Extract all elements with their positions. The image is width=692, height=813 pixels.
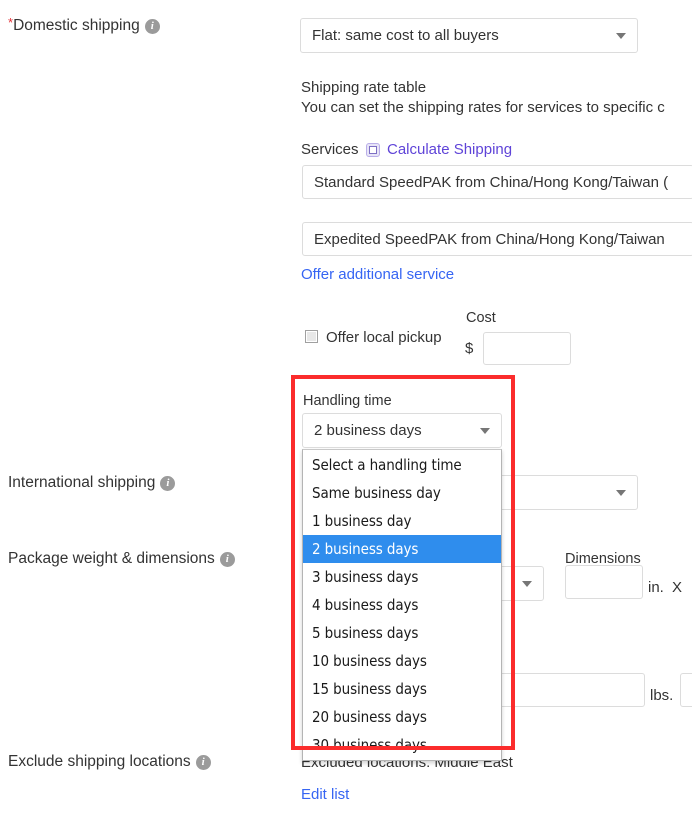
label-international-shipping-text: International shipping <box>8 474 155 491</box>
chevron-down-icon <box>616 33 626 39</box>
handling-time-option[interactable]: 15 business days <box>303 675 501 703</box>
handling-time-option[interactable]: 3 business days <box>303 563 501 591</box>
info-icon-package-weight-dimensions[interactable]: i <box>220 552 235 567</box>
shipping-service-value-1: Standard SpeedPAK from China/Hong Kong/T… <box>314 175 668 190</box>
shipping-rate-table-heading: Shipping rate table <box>301 78 426 98</box>
dimension-times-symbol: X <box>672 578 682 598</box>
handling-time-option[interactable]: Select a handling time <box>303 451 501 479</box>
services-label: Services <box>301 140 359 160</box>
handling-time-label: Handling time <box>303 392 392 410</box>
label-domestic-shipping-text: Domestic shipping <box>13 17 140 34</box>
unit-inches-label: in. <box>648 578 664 598</box>
offer-local-pickup-label: Offer local pickup <box>326 328 442 348</box>
shipping-service-select-2[interactable]: Expedited SpeedPAK from China/Hong Kong/… <box>302 222 692 256</box>
domestic-shipping-type-select[interactable]: Flat: same cost to all buyers <box>300 18 638 53</box>
handling-time-option[interactable]: 30 business days <box>303 731 501 759</box>
offer-local-pickup-checkbox[interactable] <box>305 330 318 343</box>
label-international-shipping: International shipping i <box>8 473 175 493</box>
handling-time-option[interactable]: 1 business day <box>303 507 501 535</box>
domestic-shipping-type-value: Flat: same cost to all buyers <box>312 28 499 43</box>
handling-time-option-list[interactable]: Select a handling timeSame business day1… <box>302 449 502 761</box>
dimension-length-input[interactable] <box>565 565 643 599</box>
package-weight-secondary-input[interactable] <box>680 673 692 707</box>
info-icon-domestic-shipping[interactable]: i <box>145 19 160 34</box>
offer-additional-service-link[interactable]: Offer additional service <box>301 265 454 285</box>
handling-time-option[interactable]: 20 business days <box>303 703 501 731</box>
info-icon-exclude-shipping-locations[interactable]: i <box>196 755 211 770</box>
label-exclude-shipping-locations: Exclude shipping locations i <box>8 752 211 772</box>
shipping-service-select-1[interactable]: Standard SpeedPAK from China/Hong Kong/T… <box>302 165 692 199</box>
handling-time-selected-value: 2 business days <box>314 423 422 438</box>
shipping-rate-table-description: You can set the shipping rates for servi… <box>301 98 665 118</box>
calculate-shipping-link[interactable]: Calculate Shipping <box>387 140 512 160</box>
ebay-shipping-form-screenshot: { "colors": { "accent_link": "#3665f3", … <box>0 0 692 813</box>
unit-lbs-label: lbs. <box>650 686 673 706</box>
chevron-down-icon <box>522 581 532 587</box>
calculator-icon[interactable] <box>366 143 380 157</box>
chevron-down-icon <box>616 490 626 496</box>
label-package-weight-dimensions: Package weight & dimensions i <box>8 549 235 569</box>
handling-time-option[interactable]: 2 business days <box>303 535 501 563</box>
edit-list-link[interactable]: Edit list <box>301 785 349 805</box>
chevron-down-icon <box>480 428 490 434</box>
label-exclude-shipping-locations-text: Exclude shipping locations <box>8 753 191 770</box>
shipping-service-value-2: Expedited SpeedPAK from China/Hong Kong/… <box>314 232 665 247</box>
handling-time-option[interactable]: 10 business days <box>303 647 501 675</box>
handling-time-option[interactable]: 4 business days <box>303 591 501 619</box>
handling-time-option[interactable]: 5 business days <box>303 619 501 647</box>
handling-time-option[interactable]: Same business day <box>303 479 501 507</box>
local-pickup-cost-input[interactable] <box>483 332 571 365</box>
cost-label: Cost <box>466 309 496 327</box>
label-package-weight-dimensions-text: Package weight & dimensions <box>8 550 215 567</box>
handling-time-select[interactable]: 2 business days <box>302 413 502 448</box>
info-icon-international-shipping[interactable]: i <box>160 476 175 491</box>
label-domestic-shipping: *Domestic shippingi <box>8 16 160 36</box>
cost-currency-symbol: $ <box>465 339 473 359</box>
